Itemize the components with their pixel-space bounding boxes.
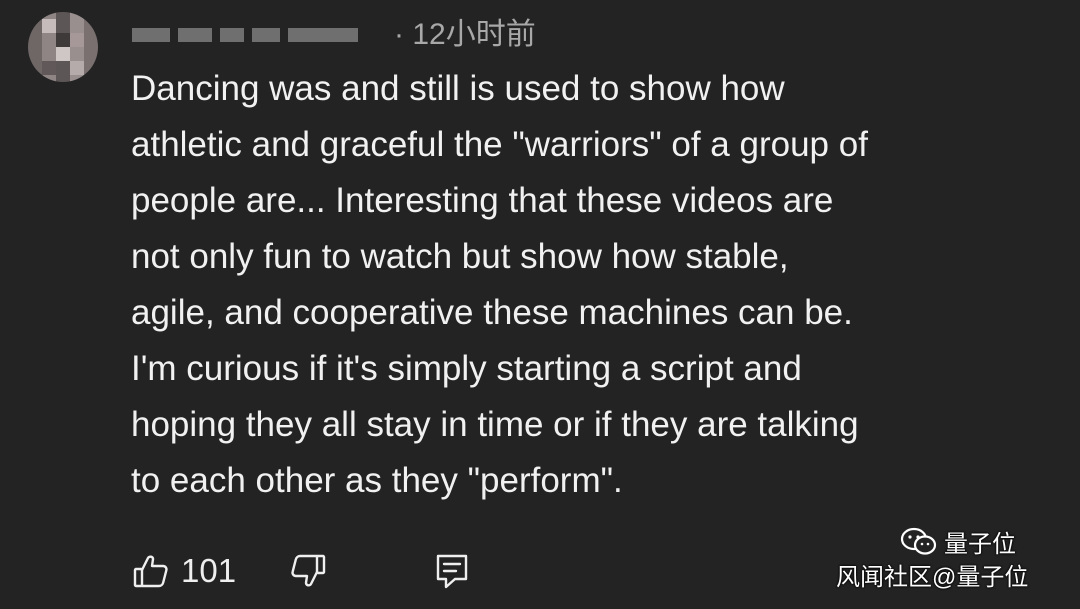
username-blur-block [220, 28, 244, 42]
watermark-source: 风闻社区@量子位 [836, 564, 1029, 591]
comment-line: Dancing was and still is used to show ho… [131, 69, 785, 108]
avatar-pixel [56, 47, 70, 61]
youtube-comment-screenshot: · 12小时前 Dancing was and still is used to… [0, 0, 1080, 609]
username-blur-block [288, 28, 358, 42]
username-blurred[interactable] [132, 22, 387, 48]
comment-timestamp[interactable]: · 12小时前 [394, 16, 536, 54]
username-blur-block [178, 28, 212, 42]
reply-icon[interactable] [432, 551, 472, 591]
username-blur-block [132, 28, 170, 42]
comment-line: hoping they all stay in time or if they … [131, 405, 859, 444]
watermark-brand-row: 量子位 [900, 527, 1016, 562]
comment-line: to each other as they "perform". [131, 461, 623, 500]
avatar-pixel [70, 33, 84, 47]
avatar-pixel [70, 61, 84, 75]
avatar-pixel [42, 61, 56, 75]
username-blur-block [252, 28, 280, 42]
comment-line: people are... Interesting that these vid… [131, 181, 834, 220]
wechat-icon [900, 527, 938, 562]
comment-line: not only fun to watch but show how stabl… [131, 237, 789, 276]
avatar-pixel [56, 33, 70, 47]
watermark-brand: 量子位 [944, 530, 1016, 558]
thumbs-down-icon[interactable] [288, 551, 328, 591]
like-count: 101 [181, 552, 237, 589]
comment-line: agile, and cooperative these machines ca… [131, 293, 853, 332]
watermark: 量子位 风闻社区@量子位 [836, 527, 1066, 597]
comment-body: Dancing was and still is used to show ho… [131, 61, 1041, 509]
comment-line: I'm curious if it's simply starting a sc… [131, 349, 802, 388]
comment-actions: 101 [131, 548, 472, 594]
avatar[interactable] [28, 12, 98, 82]
avatar-pixel [42, 19, 56, 33]
comment-line: athletic and graceful the "warriors" of … [131, 125, 868, 164]
thumbs-up-icon[interactable] [131, 551, 171, 591]
